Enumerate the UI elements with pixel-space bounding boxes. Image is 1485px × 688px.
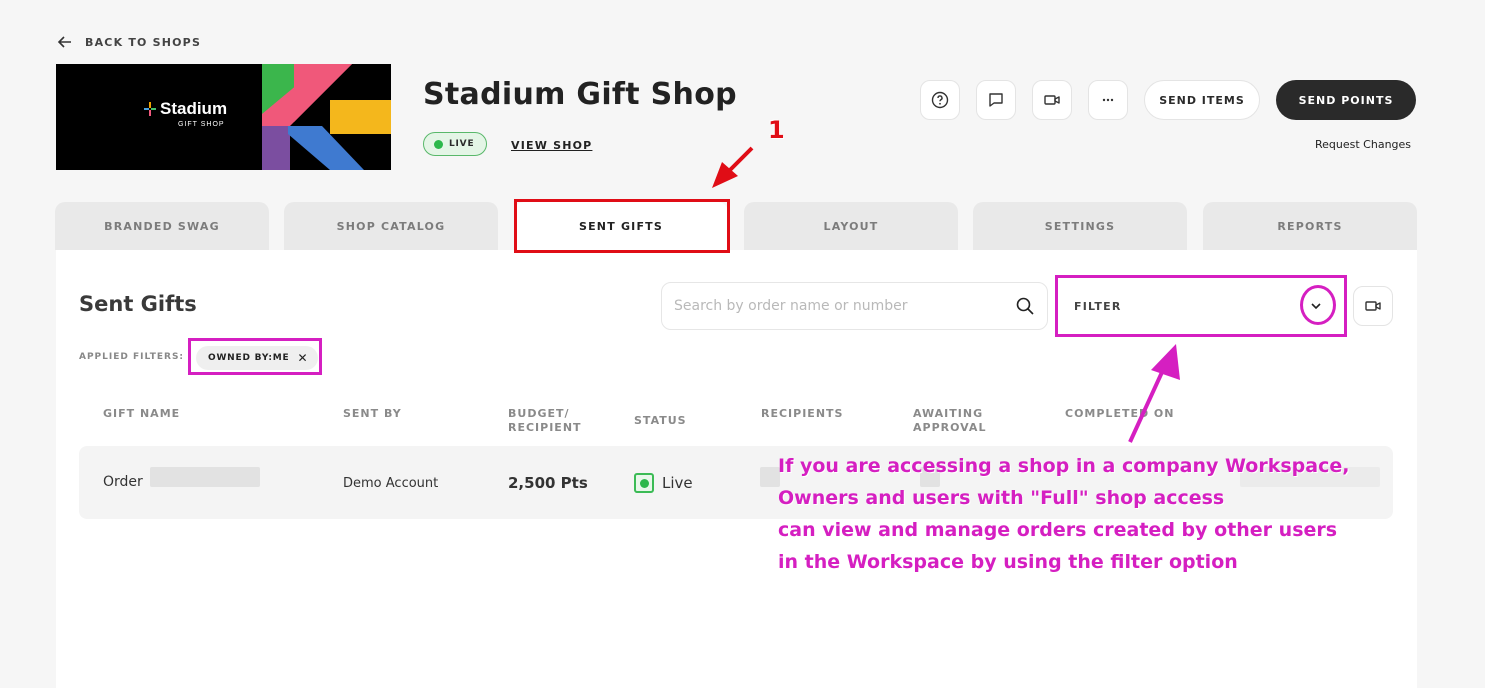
shop-title: Stadium Gift Shop: [423, 77, 737, 112]
brand-graphic: [262, 64, 391, 170]
shop-banner-image: Stadium GIFT SHOP: [56, 64, 391, 170]
video-icon: [1044, 95, 1060, 105]
search-field[interactable]: [661, 282, 1048, 330]
tab-shop-catalog[interactable]: SHOP CATALOG: [284, 202, 498, 250]
tab-settings[interactable]: SETTINGS: [973, 202, 1187, 250]
redacted-order-number: [150, 467, 260, 487]
help-button[interactable]: [920, 80, 960, 120]
column-header-status[interactable]: STATUS: [634, 414, 687, 428]
stadium-spark-icon: [144, 102, 156, 116]
owned-by-me-filter-chip: OWNED BY:ME ✕: [196, 346, 319, 370]
page-title: Sent Gifts: [79, 292, 197, 316]
column-header-completed-on[interactable]: COMPLETED ON: [1065, 407, 1175, 421]
search-icon[interactable]: [1015, 296, 1035, 316]
live-dot-icon: [434, 139, 443, 149]
applied-filters-label: APPLIED FILTERS:: [79, 352, 185, 362]
tab-layout[interactable]: LAYOUT: [744, 202, 958, 250]
column-header-budget[interactable]: BUDGET/ RECIPIENT: [508, 407, 582, 435]
filter-label: FILTER: [1074, 299, 1122, 313]
status-live-icon: [634, 473, 654, 493]
tab-sent-gifts[interactable]: SENT GIFTS: [514, 202, 728, 250]
close-icon[interactable]: ✕: [297, 351, 308, 365]
tab-branded-swag[interactable]: BRANDED SWAG: [55, 202, 269, 250]
column-header-recipients[interactable]: RECIPIENTS: [761, 407, 843, 421]
red-arrow-shaft: [726, 146, 754, 174]
more-icon: [1102, 98, 1114, 102]
arrow-left-icon: [57, 36, 71, 48]
status-cell: Live: [662, 474, 693, 492]
annotation-note: If you are accessing a shop in a company…: [778, 455, 1350, 573]
back-to-shops-link[interactable]: BACK TO SHOPS: [57, 34, 201, 50]
column-header-sent-by[interactable]: SENT BY: [343, 407, 402, 421]
more-button[interactable]: [1088, 80, 1128, 120]
send-items-button[interactable]: SEND ITEMS: [1144, 80, 1260, 120]
video-button[interactable]: [1032, 80, 1072, 120]
filter-dropdown[interactable]: FILTER: [1062, 283, 1340, 329]
tutorial-video-button[interactable]: [1353, 286, 1393, 326]
gift-name-cell[interactable]: Order: [103, 474, 143, 490]
back-label: BACK TO SHOPS: [85, 35, 202, 49]
red-arrow-head: [712, 162, 738, 188]
stadium-logo: Stadium GIFT SHOP: [144, 99, 227, 128]
video-icon: [1365, 301, 1381, 311]
column-header-awaiting-approval[interactable]: AWAITING APPROVAL: [913, 407, 986, 435]
annotation-step-number: 1: [768, 116, 785, 144]
send-points-button[interactable]: SEND POINTS: [1276, 80, 1416, 120]
chevron-down-icon[interactable]: [1309, 299, 1323, 313]
chat-button[interactable]: [976, 80, 1016, 120]
chat-icon: [989, 93, 1003, 107]
live-status-badge: LIVE: [423, 132, 488, 156]
search-input[interactable]: [674, 298, 1015, 314]
help-icon: [931, 91, 949, 109]
tab-reports[interactable]: REPORTS: [1203, 202, 1417, 250]
budget-cell: 2,500 Pts: [508, 474, 588, 492]
request-changes-link[interactable]: Request Changes: [1315, 138, 1411, 151]
redacted-recipients: [760, 467, 780, 487]
view-shop-link[interactable]: VIEW SHOP: [511, 139, 592, 152]
sent-by-cell: Demo Account: [343, 476, 439, 491]
column-header-gift-name[interactable]: GIFT NAME: [103, 407, 180, 421]
